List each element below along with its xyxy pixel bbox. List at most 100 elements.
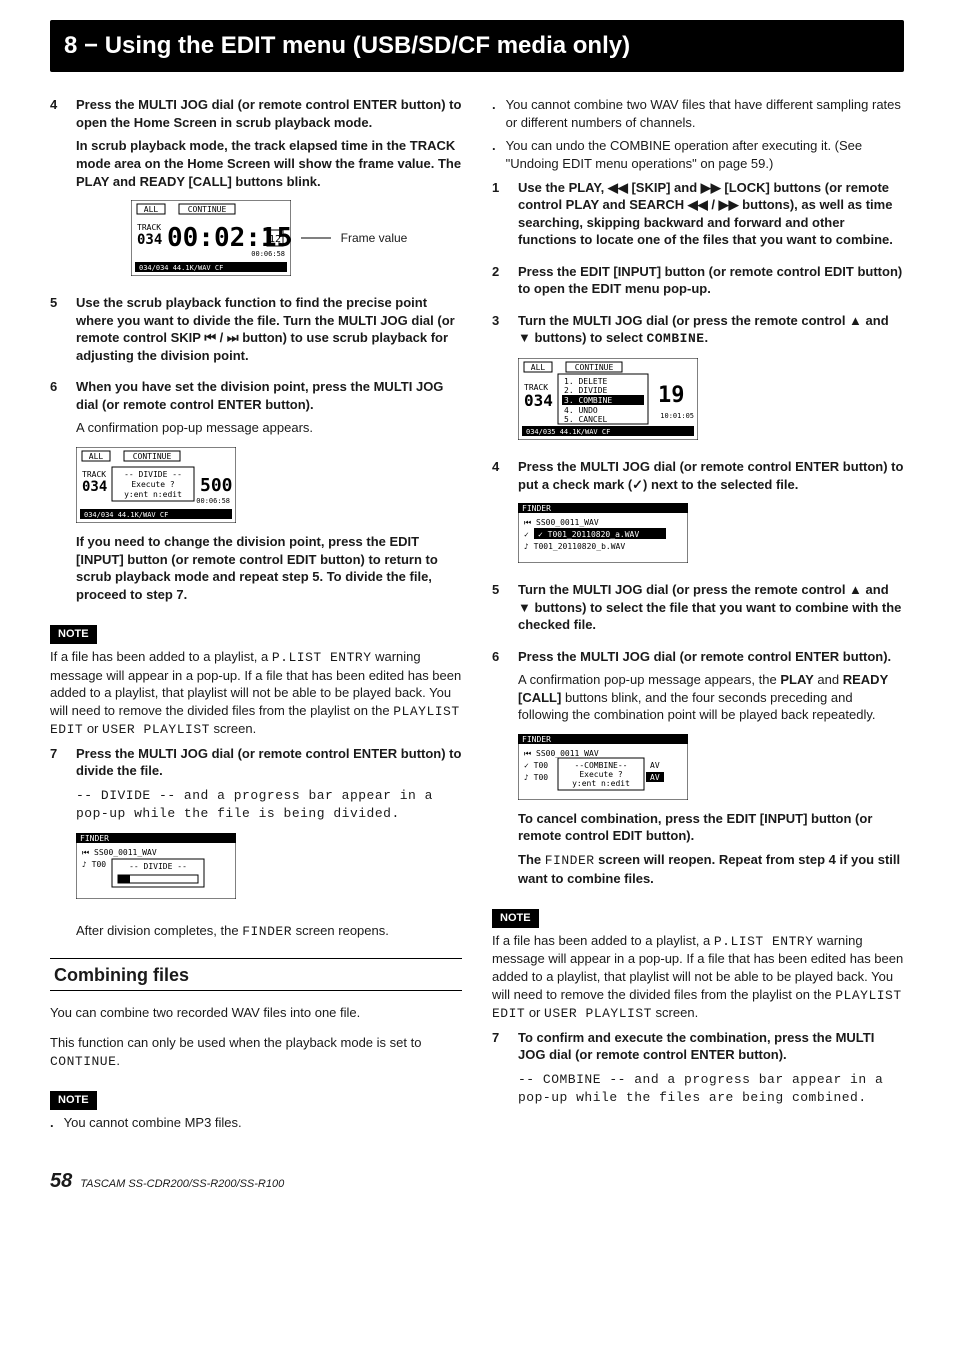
svg-text:034/035 44.1K/WAV: 034/035 44.1K/WAV CF bbox=[526, 428, 610, 436]
lcd-scrub: ALL CONTINUE TRACK 034 00:02:15 12 00:06… bbox=[76, 200, 462, 276]
step4-p2: In scrub playback mode, the track elapse… bbox=[76, 137, 462, 190]
svg-text:4. UNDO: 4. UNDO bbox=[564, 406, 598, 415]
svg-text:Execute ?: Execute ? bbox=[579, 770, 623, 779]
note-label: NOTE bbox=[50, 1091, 97, 1110]
lcd-combine-confirm: FINDER ⏮ SS00_0011_WAV ✓ T00 ♪ T00 --COM… bbox=[518, 734, 904, 800]
note-label: NOTE bbox=[492, 909, 539, 928]
svg-text:ALL: ALL bbox=[143, 205, 158, 214]
svg-text:y:ent n:edit: y:ent n:edit bbox=[572, 779, 630, 788]
r-step3: Turn the MULTI JOG dial (or press the re… bbox=[518, 312, 904, 348]
svg-text:♪ T00: ♪ T00 bbox=[524, 773, 548, 782]
step-number: 7 bbox=[492, 1029, 506, 1113]
svg-text:19: 19 bbox=[658, 383, 685, 408]
footer-model: TASCAM SS-CDR200/SS-R200/SS-R100 bbox=[80, 1177, 284, 1192]
step-number: 7 bbox=[50, 745, 64, 909]
r-step7-p1: To confirm and execute the combination, … bbox=[518, 1029, 904, 1064]
svg-text:⏮ SS00_0011_WAV: ⏮ SS00_0011_WAV bbox=[524, 749, 599, 758]
step7-p2: -- DIVIDE -- and a progress bar appear i… bbox=[76, 786, 462, 823]
svg-text:034/034 44.1K/WAV: 034/034 44.1K/WAV CF bbox=[84, 511, 168, 519]
lcd-divide-confirm: ALL CONTINUE TRACK 034 -- DIVIDE -- Exec… bbox=[76, 447, 462, 523]
r-cancel: To cancel combination, press the EDIT [I… bbox=[518, 810, 904, 845]
svg-text:-- DIVIDE --: -- DIVIDE -- bbox=[124, 470, 182, 479]
svg-text:♪ T00: ♪ T00 bbox=[82, 860, 106, 869]
svg-text:500: 500 bbox=[200, 475, 233, 496]
right-note: If a file has been added to a playlist, … bbox=[492, 932, 904, 1023]
right-dot2: .You can undo the COMBINE operation afte… bbox=[492, 137, 904, 172]
r-step4: Press the MULTI JOG dial (or remote cont… bbox=[518, 458, 904, 493]
left-column: 4 Press the MULTI JOG dial (or remote co… bbox=[50, 96, 462, 1137]
svg-text:00:06:58: 00:06:58 bbox=[196, 497, 230, 505]
svg-text:TRACK: TRACK bbox=[137, 223, 161, 232]
svg-text:ALL: ALL bbox=[531, 363, 546, 372]
r-step6-p2: A confirmation pop-up message appears, t… bbox=[518, 671, 904, 724]
right-column: .You cannot combine two WAV files that h… bbox=[492, 96, 904, 1137]
svg-text:ALL: ALL bbox=[89, 452, 104, 461]
step-number: 1 bbox=[492, 179, 506, 255]
step6-p2: A confirmation pop-up message appears. bbox=[76, 419, 462, 437]
r-step5: Turn the MULTI JOG dial (or press the re… bbox=[518, 581, 904, 634]
svg-text:Execute ?: Execute ? bbox=[131, 480, 175, 489]
right-dot1: .You cannot combine two WAV files that h… bbox=[492, 96, 904, 131]
svg-text:00:06:58: 00:06:58 bbox=[251, 250, 285, 258]
chapter-header: 8 − Using the EDIT menu (USB/SD/CF media… bbox=[50, 20, 904, 72]
svg-text:FINDER: FINDER bbox=[522, 735, 551, 744]
r-reopen: The FINDER screen will reopen. Repeat fr… bbox=[518, 851, 904, 887]
svg-text:CONTINUE: CONTINUE bbox=[133, 452, 172, 461]
step6-change: If you need to change the division point… bbox=[76, 533, 462, 603]
after-division: After division completes, the FINDER scr… bbox=[76, 922, 462, 941]
step-number: 4 bbox=[50, 96, 64, 286]
svg-text:-- DIVIDE --: -- DIVIDE -- bbox=[129, 862, 187, 871]
svg-text:034: 034 bbox=[82, 479, 107, 495]
step-number: 4 bbox=[492, 458, 506, 573]
svg-text:⏮ SS00_0011_WAV: ⏮ SS00_0011_WAV bbox=[524, 518, 599, 527]
step-number: 6 bbox=[492, 648, 506, 893]
svg-text:034: 034 bbox=[137, 232, 162, 248]
svg-text:--COMBINE--: --COMBINE-- bbox=[575, 761, 628, 770]
svg-text:y:ent n:edit: y:ent n:edit bbox=[124, 490, 182, 499]
svg-text:CONTINUE: CONTINUE bbox=[187, 205, 226, 214]
lcd-edit-menu: ALL CONTINUE TRACK 034 1. DELETE 2. DIVI… bbox=[518, 358, 904, 440]
step-number: 3 bbox=[492, 312, 506, 450]
note2-item: .You cannot combine MP3 files. bbox=[50, 1114, 462, 1132]
svg-text:✓ T001_20110820_a.WAV: ✓ T001_20110820_a.WAV bbox=[538, 530, 639, 539]
note-label: NOTE bbox=[50, 625, 97, 644]
step-number: 5 bbox=[492, 581, 506, 640]
frame-value-label: Frame value bbox=[341, 230, 408, 246]
lcd-divide-progress: FINDER ⏮ SS00_0011_WAV ♪ T00 -- DIVIDE -… bbox=[76, 833, 462, 899]
combining-heading: Combining files bbox=[50, 958, 462, 990]
svg-text:✓: ✓ bbox=[524, 530, 529, 539]
step6-p1: When you have set the division point, pr… bbox=[76, 378, 462, 413]
svg-text:12: 12 bbox=[269, 234, 281, 245]
combine-p2: This function can only be used when the … bbox=[50, 1034, 462, 1070]
combine-p1: You can combine two recorded WAV files i… bbox=[50, 1004, 462, 1022]
svg-text:AV: AV bbox=[650, 773, 660, 782]
step4-p1: Press the MULTI JOG dial (or remote cont… bbox=[76, 96, 462, 131]
svg-text:✓ T00: ✓ T00 bbox=[524, 761, 548, 770]
step5: Use the scrub playback function to find … bbox=[76, 294, 462, 364]
lcd-combine-check: FINDER ⏮ SS00_0011_WAV ✓ ✓ T001_20110820… bbox=[518, 503, 904, 563]
svg-text:♪ T001_20110820_b.WAV: ♪ T001_20110820_b.WAV bbox=[524, 542, 625, 551]
svg-text:TRACK: TRACK bbox=[82, 470, 106, 479]
svg-text:CONTINUE: CONTINUE bbox=[575, 363, 614, 372]
step-number: 5 bbox=[50, 294, 64, 370]
page-footer: 58 TASCAM SS-CDR200/SS-R200/SS-R100 bbox=[50, 1168, 904, 1195]
svg-text:AV: AV bbox=[650, 761, 660, 770]
step-number: 6 bbox=[50, 378, 64, 609]
r-step7-p2: -- COMBINE -- and a progress bar appear … bbox=[518, 1070, 904, 1107]
svg-text:3. COMBINE: 3. COMBINE bbox=[564, 396, 612, 405]
note1-text: If a file has been added to a playlist, … bbox=[50, 648, 462, 739]
svg-text:FINDER: FINDER bbox=[522, 504, 551, 513]
svg-text:2. DIVIDE: 2. DIVIDE bbox=[564, 386, 608, 395]
step7-p1: Press the MULTI JOG dial (or remote cont… bbox=[76, 745, 462, 780]
svg-text:5. CANCEL: 5. CANCEL bbox=[564, 415, 608, 424]
svg-text:⏮ SS00_0011_WAV: ⏮ SS00_0011_WAV bbox=[82, 848, 157, 857]
r-step6-p1: Press the MULTI JOG dial (or remote cont… bbox=[518, 648, 904, 666]
svg-text:034/034 44.1K/WAV: 034/034 44.1K/WAV CF bbox=[139, 264, 223, 272]
svg-text:034: 034 bbox=[524, 391, 553, 410]
svg-text:10:01:05: 10:01:05 bbox=[660, 412, 694, 420]
r-step1: Use the PLAY, ◀◀ [SKIP] and ▶▶ [LOCK] bu… bbox=[518, 179, 904, 249]
svg-text:1. DELETE: 1. DELETE bbox=[564, 377, 608, 386]
step-number: 2 bbox=[492, 263, 506, 304]
page-number: 58 bbox=[50, 1168, 72, 1195]
svg-text:FINDER: FINDER bbox=[80, 834, 109, 843]
